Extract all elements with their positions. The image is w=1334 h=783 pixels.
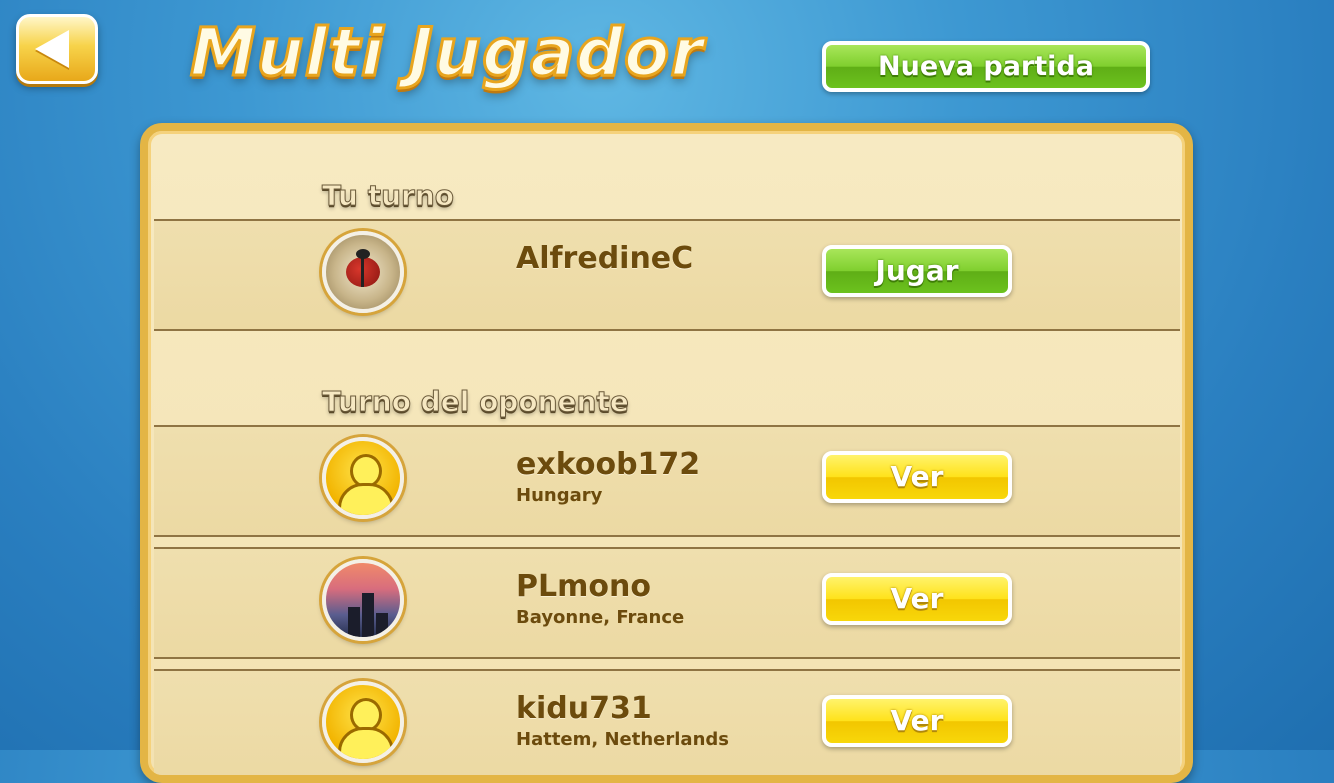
player-name: AlfredineC — [516, 241, 694, 276]
avatar — [322, 681, 404, 763]
new-game-button[interactable]: Nueva partida — [822, 41, 1150, 92]
section-your-turn: Tu turno — [321, 179, 455, 213]
player-location: Hungary — [516, 485, 603, 506]
game-row: AlfredineC Jugar — [154, 219, 1180, 331]
ladybug-icon — [346, 249, 380, 287]
player-location: Hattem, Netherlands — [516, 729, 729, 750]
game-row: PLmono Bayonne, France Ver — [154, 547, 1180, 659]
view-button[interactable]: Ver — [822, 451, 1012, 503]
avatar — [322, 437, 404, 519]
back-button[interactable] — [16, 14, 98, 84]
person-icon-body — [338, 483, 394, 515]
game-row: exkoob172 Hungary Ver — [154, 425, 1180, 537]
player-name: exkoob172 — [516, 447, 701, 482]
player-name: PLmono — [516, 569, 651, 604]
avatar — [322, 559, 404, 641]
player-name: kidu731 — [516, 691, 652, 726]
page-title: Multi Jugador — [189, 13, 705, 93]
city-tower-icon — [348, 607, 360, 637]
person-icon-body — [338, 727, 394, 759]
back-arrow-icon — [35, 30, 69, 68]
city-tower-icon — [362, 593, 374, 637]
play-button[interactable]: Jugar — [822, 245, 1012, 297]
player-location: Bayonne, France — [516, 607, 685, 628]
view-button[interactable]: Ver — [822, 695, 1012, 747]
section-opponent-turn: Turno del oponente — [322, 385, 630, 419]
games-panel: Tu turno AlfredineC Jugar Turno del opon… — [140, 123, 1193, 783]
avatar — [322, 231, 404, 313]
game-row: kidu731 Hattem, Netherlands Ver — [154, 669, 1180, 775]
city-tower-icon — [376, 613, 388, 637]
view-button[interactable]: Ver — [822, 573, 1012, 625]
